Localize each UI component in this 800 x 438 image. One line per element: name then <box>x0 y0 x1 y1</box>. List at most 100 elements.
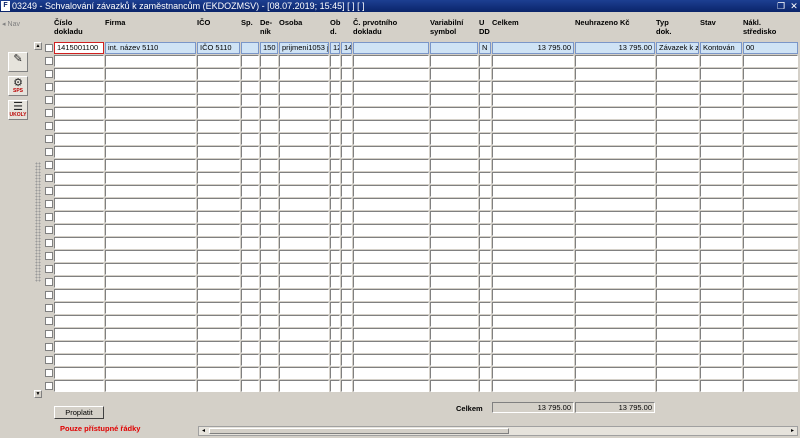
cell-celkem[interactable] <box>492 237 574 249</box>
cell-typ[interactable] <box>656 237 699 249</box>
cell-firm[interactable] <box>105 211 196 223</box>
cell-obd2[interactable] <box>341 120 352 132</box>
cell-stav[interactable] <box>700 276 742 288</box>
cell-neuhr[interactable] <box>575 367 655 379</box>
cell-prvotni[interactable] <box>353 315 429 327</box>
cell-neuhr[interactable] <box>575 328 655 340</box>
cell-sp[interactable] <box>241 224 259 236</box>
cell-obd2[interactable] <box>341 133 352 145</box>
cell-stav[interactable] <box>700 289 742 301</box>
cell-ico[interactable] <box>197 185 240 197</box>
cell-udd[interactable] <box>479 107 491 119</box>
cell-sp[interactable] <box>241 172 259 184</box>
cell-celkem[interactable] <box>492 146 574 158</box>
cell-osoba[interactable] <box>279 94 329 106</box>
cell-osoba[interactable] <box>279 81 329 93</box>
cell-ico[interactable] <box>197 315 240 327</box>
cell-obd2[interactable] <box>341 263 352 275</box>
row-checkbox[interactable] <box>45 187 53 195</box>
cell-neuhr[interactable] <box>575 146 655 158</box>
cell-obd2[interactable] <box>341 224 352 236</box>
table-row[interactable] <box>34 68 798 81</box>
cell-prvotni[interactable] <box>353 94 429 106</box>
cell-stred[interactable] <box>743 354 798 366</box>
cell-ico[interactable] <box>197 172 240 184</box>
cell-ico[interactable] <box>197 289 240 301</box>
cell-typ[interactable] <box>656 211 699 223</box>
cell-denik[interactable] <box>260 250 278 262</box>
cell-sp[interactable] <box>241 94 259 106</box>
cell-neuhr[interactable] <box>575 211 655 223</box>
cell-stred[interactable] <box>743 81 798 93</box>
cell-denik[interactable] <box>260 120 278 132</box>
cell-typ[interactable] <box>656 289 699 301</box>
cell-sp[interactable] <box>241 354 259 366</box>
cell-prvotni[interactable] <box>353 159 429 171</box>
cell-obd[interactable] <box>330 354 340 366</box>
cell-neuhr[interactable] <box>575 315 655 327</box>
column-header-obd[interactable]: Ob d. <box>330 18 340 36</box>
column-header-firm[interactable]: Firma <box>105 18 125 27</box>
cell-vs[interactable] <box>430 380 478 392</box>
cell-stav[interactable] <box>700 185 742 197</box>
cell-obd2[interactable] <box>341 237 352 249</box>
cell-typ[interactable] <box>656 250 699 262</box>
cell-osoba[interactable] <box>279 198 329 210</box>
cell-prvotni[interactable] <box>353 237 429 249</box>
cell-udd[interactable] <box>479 276 491 288</box>
cell-vs[interactable] <box>430 172 478 184</box>
cell-firm[interactable] <box>105 354 196 366</box>
cell-obd2[interactable] <box>341 354 352 366</box>
cell-doc[interactable] <box>54 94 104 106</box>
row-checkbox[interactable] <box>45 70 53 78</box>
cell-osoba[interactable] <box>279 211 329 223</box>
cell-typ[interactable] <box>656 68 699 80</box>
cell-obd2[interactable]: 14 <box>341 42 352 54</box>
cell-celkem[interactable] <box>492 81 574 93</box>
cell-doc[interactable]: 1415001100 <box>54 42 104 54</box>
cell-denik[interactable] <box>260 133 278 145</box>
cell-stav[interactable] <box>700 263 742 275</box>
cell-stav[interactable] <box>700 107 742 119</box>
cell-celkem[interactable] <box>492 263 574 275</box>
column-header-stav[interactable]: Stav <box>700 18 716 27</box>
cell-obd2[interactable] <box>341 276 352 288</box>
cell-stav[interactable] <box>700 133 742 145</box>
table-row[interactable] <box>34 263 798 276</box>
cell-neuhr[interactable] <box>575 237 655 249</box>
cell-doc[interactable] <box>54 237 104 249</box>
column-header-vs[interactable]: Variabilní symbol <box>430 18 463 36</box>
scroll-right-icon[interactable]: ▸ <box>788 427 797 435</box>
cell-typ[interactable] <box>656 315 699 327</box>
cell-neuhr[interactable] <box>575 172 655 184</box>
row-checkbox[interactable] <box>45 252 53 260</box>
table-row[interactable] <box>34 315 798 328</box>
cell-stred[interactable] <box>743 211 798 223</box>
cell-sp[interactable] <box>241 315 259 327</box>
cell-neuhr[interactable] <box>575 224 655 236</box>
table-row[interactable] <box>34 133 798 146</box>
cell-ico[interactable] <box>197 250 240 262</box>
cell-ico[interactable] <box>197 68 240 80</box>
cell-ico[interactable] <box>197 276 240 288</box>
cell-firm[interactable] <box>105 341 196 353</box>
cell-firm[interactable] <box>105 302 196 314</box>
table-row[interactable] <box>34 289 798 302</box>
cell-vs[interactable] <box>430 120 478 132</box>
cell-sp[interactable] <box>241 107 259 119</box>
cell-stav[interactable] <box>700 81 742 93</box>
cell-doc[interactable] <box>54 55 104 67</box>
cell-neuhr[interactable] <box>575 185 655 197</box>
cell-obd[interactable] <box>330 224 340 236</box>
cell-celkem[interactable] <box>492 315 574 327</box>
cell-doc[interactable] <box>54 315 104 327</box>
cell-obd[interactable] <box>330 55 340 67</box>
cell-denik[interactable] <box>260 68 278 80</box>
cell-neuhr[interactable] <box>575 133 655 145</box>
cell-denik[interactable] <box>260 107 278 119</box>
table-row[interactable] <box>34 237 798 250</box>
cell-neuhr[interactable] <box>575 250 655 262</box>
cell-denik[interactable] <box>260 81 278 93</box>
cell-obd[interactable] <box>330 367 340 379</box>
cell-denik[interactable] <box>260 354 278 366</box>
